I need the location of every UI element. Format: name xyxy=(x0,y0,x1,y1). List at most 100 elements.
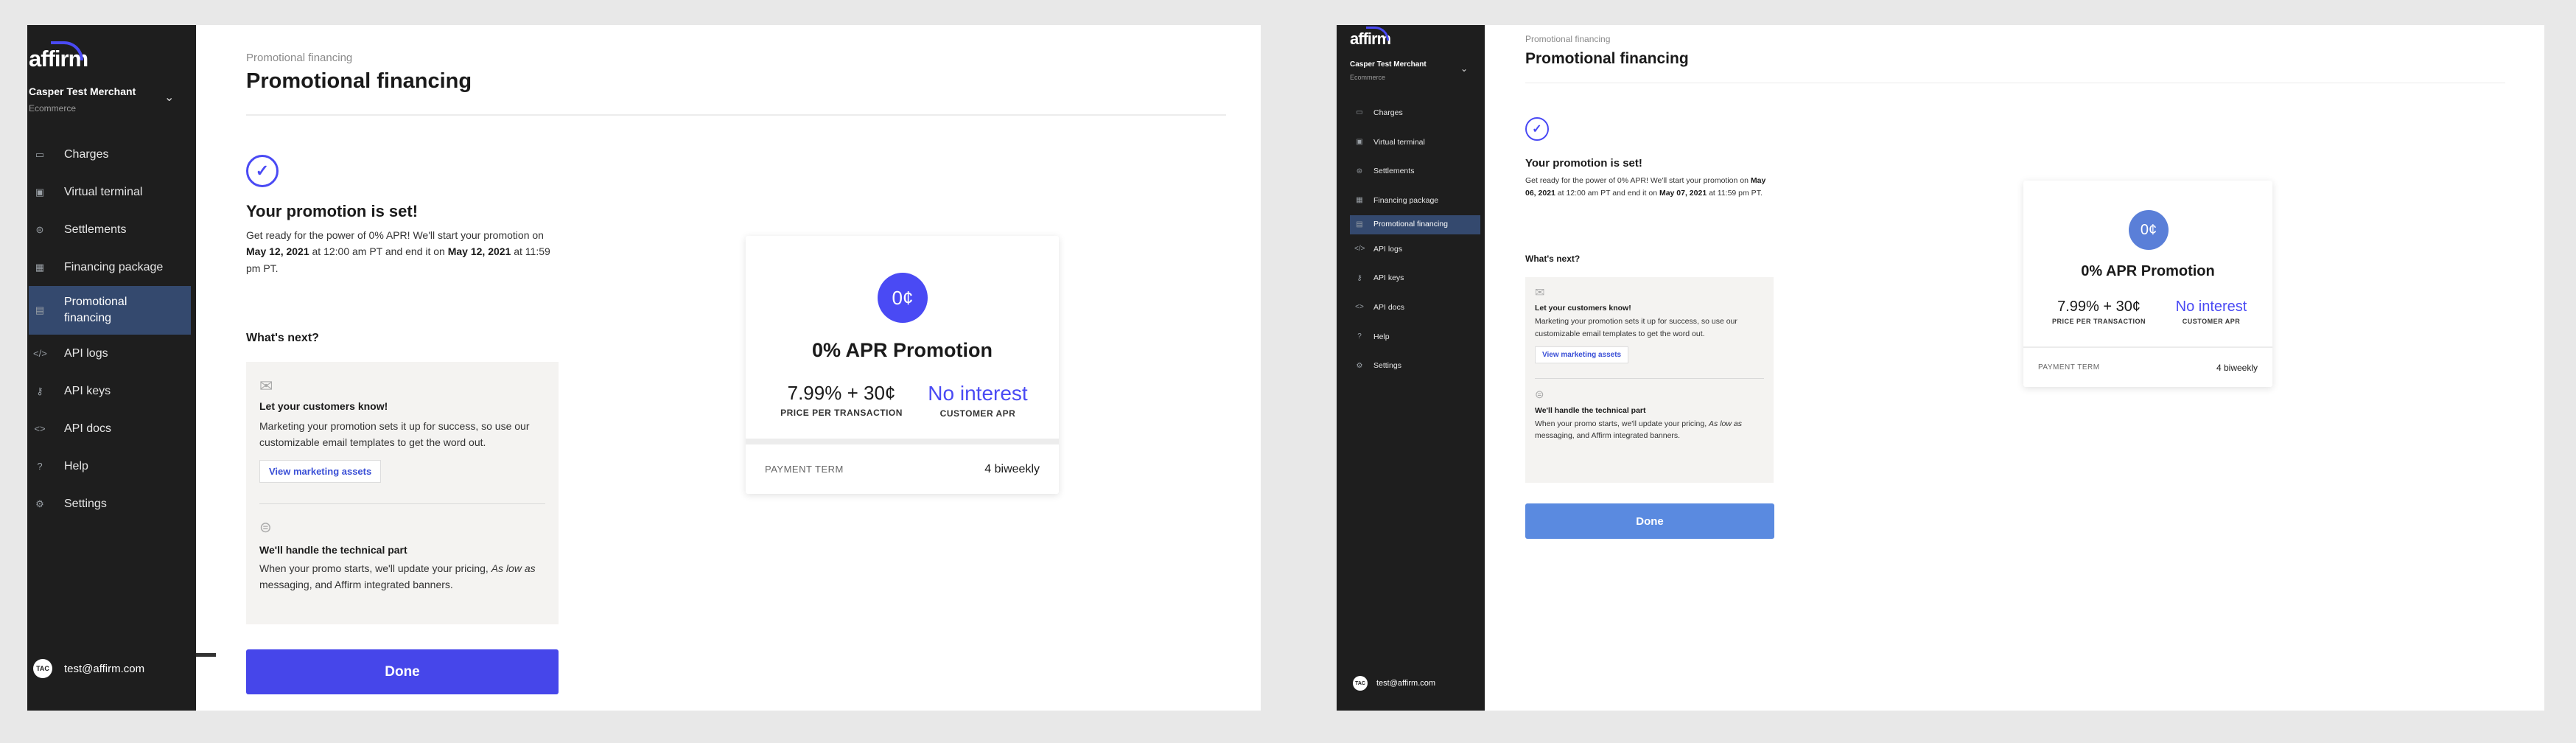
sidebar-item-api-logs[interactable]: </> API logs xyxy=(1350,234,1480,264)
checkmark-circle-icon: ✓ xyxy=(246,155,279,187)
breadcrumb[interactable]: Promotional financing xyxy=(1525,34,1610,44)
dollar-circle-icon: ⊜ xyxy=(1535,388,1544,401)
scroll-handle[interactable] xyxy=(196,653,216,657)
checkmark-circle-icon: ✓ xyxy=(1525,117,1549,141)
sidebar-item-label: Charges xyxy=(1373,108,1403,117)
done-button[interactable]: Done xyxy=(246,649,559,694)
user-menu[interactable]: TAC test@affirm.com xyxy=(33,659,144,678)
apr-value: No interest xyxy=(928,382,1028,405)
calendar-icon: ▦ xyxy=(1356,196,1363,205)
avatar: TAC xyxy=(33,659,52,678)
affirm-logo: affirm xyxy=(1350,27,1391,49)
promotion-card: 0¢ 0% APR Promotion 7.99% + 30¢ PRICE PE… xyxy=(746,236,1059,494)
sidebar-item-label: Virtual terminal xyxy=(1373,137,1425,147)
view-marketing-assets-button[interactable]: View marketing assets xyxy=(1535,346,1629,363)
chevron-down-icon[interactable]: ⌄ xyxy=(1460,63,1468,74)
sidebar-item-settlements[interactable]: ⊜ Settlements xyxy=(29,211,191,248)
sidebar-item-label: API keys xyxy=(64,384,111,397)
sidebar-item-label: Virtual terminal xyxy=(64,185,143,198)
left-screenshot: affirm Casper Test Merchant Ecommerce ⌄ … xyxy=(27,25,1261,711)
page-title: Promotional financing xyxy=(246,69,472,93)
dollar-circle-icon: ⊜ xyxy=(259,519,272,536)
sidebar-item-help[interactable]: ? Help xyxy=(29,447,191,485)
sidebar-item-label: Financing package xyxy=(1373,195,1439,205)
merchant-name[interactable]: Casper Test Merchant xyxy=(1350,60,1427,69)
breadcrumb[interactable]: Promotional financing xyxy=(246,52,352,64)
panel-divider xyxy=(1535,377,1764,379)
promotion-card: 0¢ 0% APR Promotion 7.99% + 30¢ PRICE PE… xyxy=(2023,181,2272,387)
next-steps-panel: ✉ Let your customers know! Marketing you… xyxy=(1525,277,1774,483)
step-title: Let your customers know! xyxy=(1535,304,1631,313)
code-icon: </> xyxy=(33,348,47,359)
page-title: Promotional financing xyxy=(1525,50,1689,67)
sidebar-item-api-keys[interactable]: ⚷ API keys xyxy=(29,372,191,410)
sidebar-item-label: API logs xyxy=(64,346,108,360)
help-icon: ? xyxy=(1357,332,1362,341)
avatar: TAC xyxy=(1353,676,1368,691)
sidebar-item-promotional-financing[interactable]: ▤ Promotional financing xyxy=(29,286,191,335)
step-text: When your promo starts, we'll update you… xyxy=(1535,419,1742,441)
term-value: 4 biweekly xyxy=(984,462,1040,475)
envelope-icon: ✉ xyxy=(259,377,273,395)
step-title: Let your customers know! xyxy=(259,400,388,412)
monitor-icon: ▣ xyxy=(1356,138,1363,147)
success-message: Get ready for the power of 0% APR! We'll… xyxy=(1525,176,1766,198)
sidebar-item-settings[interactable]: ⚙ Settings xyxy=(1350,352,1480,381)
price-value: 7.99% + 30¢ xyxy=(787,382,896,404)
success-message: Get ready for the power of 0% APR! We'll… xyxy=(246,229,550,274)
user-menu[interactable]: TAC test@affirm.com xyxy=(1353,676,1435,691)
angle-brackets-icon: <> xyxy=(34,423,46,434)
sidebar-item-settings[interactable]: ⚙ Settings xyxy=(29,485,191,523)
sidebar-item-api-docs[interactable]: <> API docs xyxy=(1350,293,1480,322)
sidebar-item-help[interactable]: ? Help xyxy=(1350,322,1480,352)
sidebar-item-api-logs[interactable]: </> API logs xyxy=(29,335,191,372)
price-value: 7.99% + 30¢ xyxy=(2057,299,2141,315)
sidebar-item-api-docs[interactable]: <> API docs xyxy=(29,410,191,447)
apr-column: No interest CUSTOMER APR xyxy=(915,382,1040,419)
payment-term-row: PAYMENT TERM 4 biweekly xyxy=(2023,348,2272,387)
envelope-icon: ✉ xyxy=(1535,287,1545,299)
end-date: May 07, 2021 xyxy=(1659,188,1707,198)
sidebar-item-label: Settings xyxy=(64,497,107,510)
sidebar-item-virtual-terminal[interactable]: ▣ Virtual terminal xyxy=(1350,128,1480,157)
sidebar-item-promotional-financing[interactable]: ▤ Promotional financing xyxy=(1350,214,1480,234)
key-icon: ⚷ xyxy=(1357,273,1362,282)
key-icon: ⚷ xyxy=(36,385,43,397)
success-title: Your promotion is set! xyxy=(246,202,419,220)
sidebar-item-settlements[interactable]: ⊜ Settlements xyxy=(1350,156,1480,186)
payment-term-row: PAYMENT TERM 4 biweekly xyxy=(746,444,1059,494)
document-icon: ▤ xyxy=(1356,220,1363,229)
help-icon: ? xyxy=(37,461,43,472)
chevron-down-icon[interactable]: ⌄ xyxy=(164,90,174,105)
next-steps-panel: ✉ Let your customers know! Marketing you… xyxy=(246,362,559,624)
sidebar-item-label: Help xyxy=(1373,332,1390,341)
sidebar-item-charges[interactable]: ▭ Charges xyxy=(1350,98,1480,128)
card-title: 0% APR Promotion xyxy=(811,339,993,361)
cents-badge: 0¢ xyxy=(2129,210,2169,250)
sidebar-item-virtual-terminal[interactable]: ▣ Virtual terminal xyxy=(29,173,191,211)
merchant-name[interactable]: Casper Test Merchant xyxy=(29,86,136,97)
user-email: test@affirm.com xyxy=(64,662,145,675)
sidebar-item-label: Settings xyxy=(1373,361,1401,371)
sidebar-item-api-keys[interactable]: ⚷ API keys xyxy=(1350,263,1480,293)
angle-brackets-icon: <> xyxy=(1355,303,1364,312)
sidebar-item-label: Promotional financing xyxy=(1373,220,1448,229)
apr-label: CUSTOMER APR xyxy=(2182,318,2241,325)
card-icon: ▭ xyxy=(35,148,45,160)
calendar-icon: ▦ xyxy=(35,261,45,273)
apr-column: No interest CUSTOMER APR xyxy=(2160,299,2263,325)
sidebar-item-charges[interactable]: ▭ Charges xyxy=(29,136,191,173)
sidebar-item-financing-package[interactable]: ▦ Financing package xyxy=(1350,186,1480,215)
code-icon: </> xyxy=(1354,245,1365,254)
affirm-logo: affirm xyxy=(29,41,88,72)
step-title: We'll handle the technical part xyxy=(259,543,407,556)
price-column: 7.99% + 30¢ PRICE PER TRANSACTION xyxy=(2045,299,2152,325)
sidebar-item-label: API docs xyxy=(1373,302,1405,312)
view-marketing-assets-button[interactable]: View marketing assets xyxy=(259,459,382,483)
apr-label: CUSTOMER APR xyxy=(939,408,1016,419)
sidebar-item-financing-package[interactable]: ▦ Financing package xyxy=(29,248,191,286)
gear-icon: ⚙ xyxy=(1356,361,1363,370)
done-button[interactable]: Done xyxy=(1525,503,1774,539)
term-label: PAYMENT TERM xyxy=(765,464,844,475)
end-date: May 12, 2021 xyxy=(447,245,511,258)
